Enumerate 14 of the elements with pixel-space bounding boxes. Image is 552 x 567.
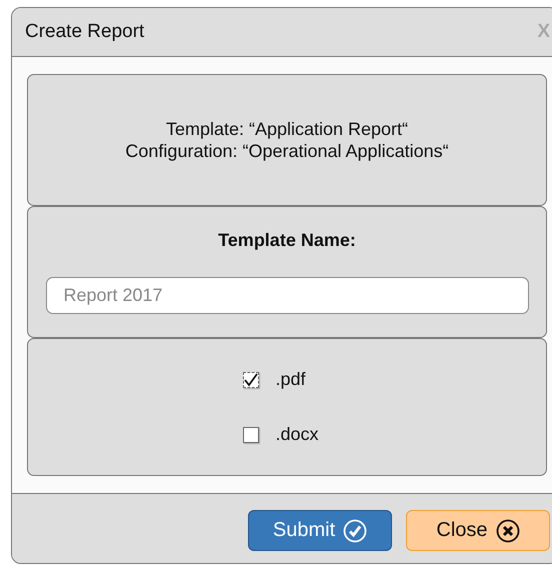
- checkbox[interactable]: [242, 426, 258, 442]
- checkbox[interactable]: [242, 372, 258, 388]
- check-icon: [244, 372, 258, 386]
- checkbox-label: .pdf: [276, 369, 306, 390]
- close-button[interactable]: Close: [406, 510, 550, 551]
- field-label: Template Name:: [218, 230, 356, 251]
- check-circle-icon: [343, 518, 368, 542]
- name-field[interactable]: Report 2017: [46, 277, 528, 314]
- info-text: Configuration: “Operational Applications“: [125, 140, 449, 162]
- info-text: Template: “Application Report“: [166, 118, 408, 140]
- window-title: Create Report: [25, 21, 144, 43]
- checkbox-label: .docx: [276, 424, 319, 445]
- submit-button[interactable]: Submit: [248, 510, 392, 551]
- close-circle-icon: [496, 518, 520, 542]
